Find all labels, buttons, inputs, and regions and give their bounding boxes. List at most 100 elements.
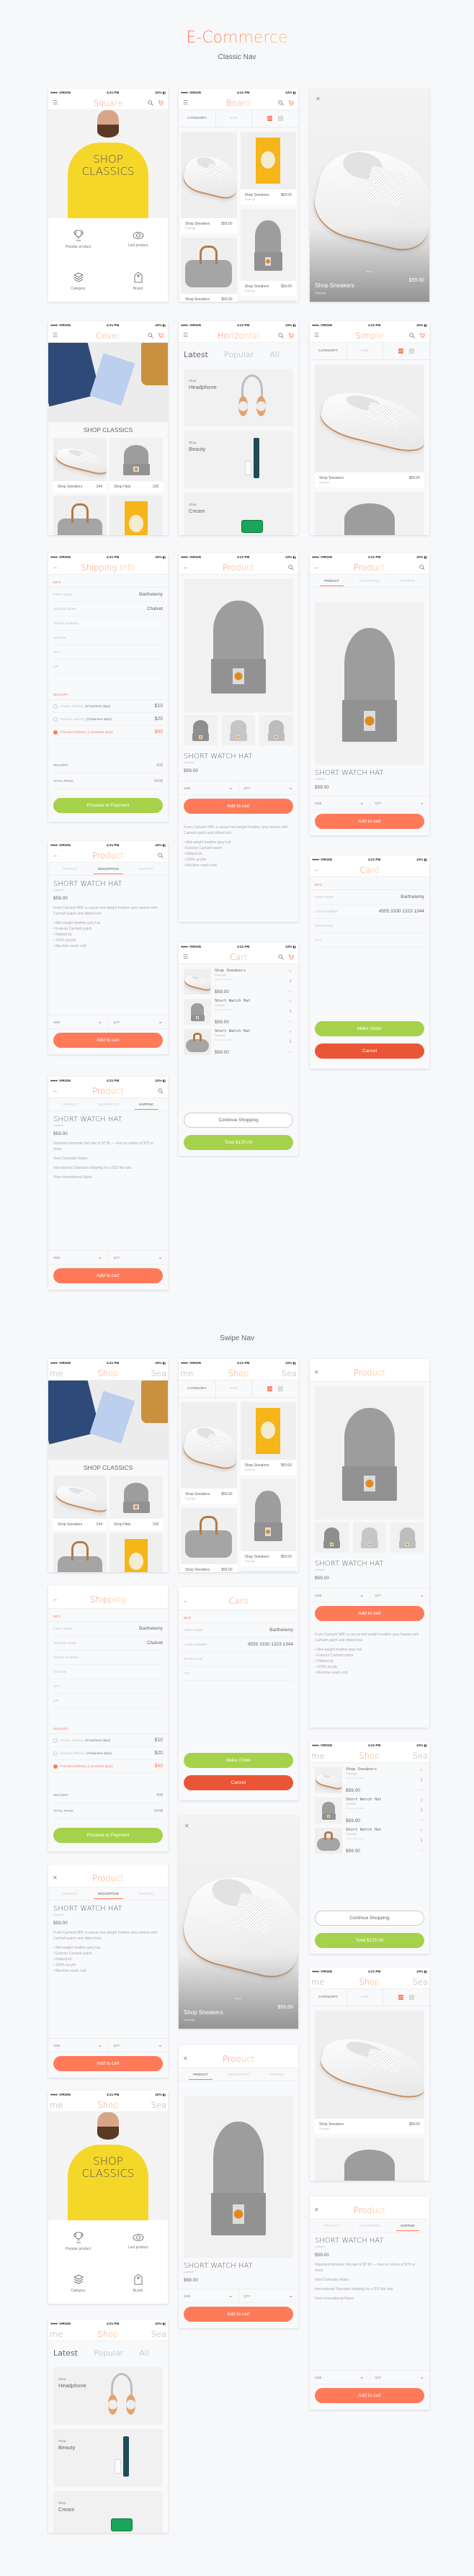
cart-item[interactable]: Shop Sneakers Superga Size M / Color White…: [184, 969, 293, 995]
swipe-nav[interactable]: me Shop Sea: [48, 1366, 168, 1381]
product-card[interactable]: Shop Hats 128: [109, 1476, 163, 1530]
minus-icon[interactable]: −: [420, 1848, 424, 1854]
product-card[interactable]: [315, 492, 424, 535]
tab-description[interactable]: DESCRIPTION: [94, 1100, 123, 1109]
cart-item[interactable]: Shop Sneakers Superga Size M / Color White…: [315, 1767, 424, 1793]
product-card[interactable]: Shop SneakersSuperga$59.00: [181, 132, 237, 233]
back-icon[interactable]: ←: [53, 1596, 58, 1602]
continue-shopping-button[interactable]: Continue Shopping: [315, 1911, 424, 1926]
product-card[interactable]: [240, 300, 296, 302]
product-card[interactable]: Shop SneakersSuperga$59.00: [181, 238, 237, 302]
form-field[interactable]: CITY: [53, 645, 163, 660]
radio-button[interactable]: [53, 1764, 58, 1769]
tab-latest[interactable]: Latest: [53, 2348, 78, 2363]
search-icon[interactable]: [278, 953, 284, 960]
size-filter[interactable]: SIZE: [216, 1381, 252, 1397]
category-filter[interactable]: CATEGORY: [179, 110, 216, 127]
home-item-eye[interactable]: Last product: [108, 218, 168, 260]
tab-product[interactable]: PRODUCT: [320, 2221, 344, 2230]
tab-shipping[interactable]: SHIPPING: [135, 864, 158, 874]
minus-icon[interactable]: −: [420, 1818, 424, 1823]
category-filter[interactable]: CATEGORY: [310, 343, 347, 359]
cart-icon[interactable]: [158, 99, 164, 106]
close-icon[interactable]: ✕: [53, 1875, 58, 1881]
form-field[interactable]: CARD NUMBER 4555 3330 1323 1344: [184, 1638, 293, 1652]
close-icon[interactable]: ✕: [316, 96, 321, 102]
tab-shipping[interactable]: SHIPPING: [396, 576, 419, 585]
shipping-rates-link[interactable]: View International Rates: [315, 2296, 424, 2302]
product-card[interactable]: Shop SneakersSuperga$59.00: [240, 1479, 296, 1566]
delivery-option[interactable]: Premium Delivery (1 business days) $40: [53, 726, 163, 739]
sneaker-photo[interactable]: ✕ ••• Shop Sneakers Superga $59.00: [310, 89, 429, 302]
hero-image[interactable]: SHOP CLASSICS: [48, 2112, 168, 2220]
form-field[interactable]: ZIP: [53, 1694, 163, 1708]
product-card[interactable]: [53, 1533, 107, 1572]
tab-description[interactable]: DESCRIPTION: [355, 576, 385, 585]
product-card[interactable]: Shop SneakersSuperga$59.00: [181, 1402, 237, 1504]
add-to-cart-button[interactable]: Add to cart: [184, 2307, 293, 2322]
product-card[interactable]: Shop Sneakers 244: [53, 438, 107, 493]
tab-latest[interactable]: Latest: [184, 350, 208, 364]
thumbnail[interactable]: [259, 715, 294, 745]
thumbnail[interactable]: [221, 715, 256, 745]
close-icon[interactable]: ✕: [314, 1369, 319, 1375]
close-icon[interactable]: ✕: [314, 2207, 319, 2213]
size-filter[interactable]: SIZE: [347, 1989, 383, 2006]
cancel-button[interactable]: Cancel: [184, 1775, 293, 1790]
size-filter[interactable]: SIZE: [347, 343, 383, 359]
product-card[interactable]: Shop Sneakers 244: [53, 1476, 107, 1530]
radio-button[interactable]: [53, 717, 58, 722]
add-to-cart-button[interactable]: Add to cart: [315, 814, 424, 829]
radio-button[interactable]: [53, 730, 58, 735]
menu-icon[interactable]: ☰: [183, 953, 188, 960]
tab-all[interactable]: All: [139, 2348, 149, 2363]
prev-section-tab[interactable]: me: [50, 2329, 63, 2339]
minus-icon[interactable]: −: [289, 1019, 292, 1025]
list-view-icon[interactable]: [267, 1386, 272, 1391]
home-item-layers[interactable]: Category: [48, 2262, 108, 2304]
qty-select[interactable]: QTY ⌄: [109, 2039, 169, 2052]
qty-select[interactable]: QTY ⌄: [370, 1589, 430, 1602]
product-card[interactable]: [240, 1571, 296, 1572]
size-select[interactable]: SIZE ⌄: [310, 1589, 370, 1602]
product-card[interactable]: [315, 2138, 424, 2181]
form-field[interactable]: FIRST NAME Barthelemy: [53, 1622, 163, 1636]
product-card[interactable]: Shop SneakersSuperga$59.00: [181, 1508, 237, 1572]
tab-description[interactable]: DESCRIPTION: [94, 864, 123, 874]
add-to-cart-button[interactable]: Add to cart: [315, 2388, 424, 2403]
tab-product[interactable]: PRODUCT: [58, 864, 82, 874]
category-card-beauty[interactable]: Shop Beauty: [184, 431, 293, 488]
back-icon[interactable]: ←: [53, 1087, 58, 1094]
tab-shipping[interactable]: SHIPPING: [135, 1889, 158, 1898]
home-item-tag[interactable]: Brand: [108, 2262, 168, 2304]
hero-image[interactable]: SHOP CLASSICS: [48, 110, 168, 218]
tab-shipping[interactable]: SHIPPING: [265, 2070, 288, 2079]
qty-select[interactable]: QTY ⌄: [239, 781, 299, 794]
cart-icon[interactable]: [419, 332, 425, 338]
size-select[interactable]: SIZE ⌄: [48, 1251, 109, 1264]
size-select[interactable]: SIZE ⌄: [310, 796, 370, 809]
minus-icon[interactable]: −: [289, 1049, 292, 1055]
form-field[interactable]: FIRST NAME Barthelemy: [315, 890, 424, 905]
prev-section-tab[interactable]: me: [50, 1368, 63, 1378]
next-section-tab[interactable]: Sea: [151, 2100, 166, 2110]
menu-icon[interactable]: ☰: [183, 332, 188, 338]
size-select[interactable]: SIZE ⌄: [310, 2371, 370, 2384]
search-icon[interactable]: [148, 99, 153, 106]
list-view-icon[interactable]: [267, 116, 272, 121]
category-filter[interactable]: CATEGORY: [310, 1989, 347, 2006]
form-field[interactable]: CITY: [53, 1679, 163, 1694]
delivery-option[interactable]: Classic Delivery (5 business days) $10: [53, 1734, 163, 1747]
plus-icon[interactable]: +: [420, 1767, 424, 1773]
size-select[interactable]: SIZE ⌄: [179, 781, 239, 794]
thumbnail[interactable]: [390, 1522, 425, 1553]
form-field[interactable]: EXPIRATION: [315, 919, 424, 933]
size-select[interactable]: SIZE ⌄: [48, 1015, 109, 1028]
form-field[interactable]: FIRST NAME Barthelemy: [184, 1623, 293, 1638]
form-field[interactable]: PHONE NUMBER: [53, 616, 163, 631]
category-card-beauty[interactable]: Shop Beauty: [53, 2429, 163, 2487]
search-icon[interactable]: [148, 332, 153, 338]
form-field[interactable]: SECOND NAME Chalvet: [53, 1636, 163, 1651]
shipping-rates-link[interactable]: View Domestic Rates: [315, 2277, 424, 2283]
search-icon[interactable]: [158, 852, 164, 858]
